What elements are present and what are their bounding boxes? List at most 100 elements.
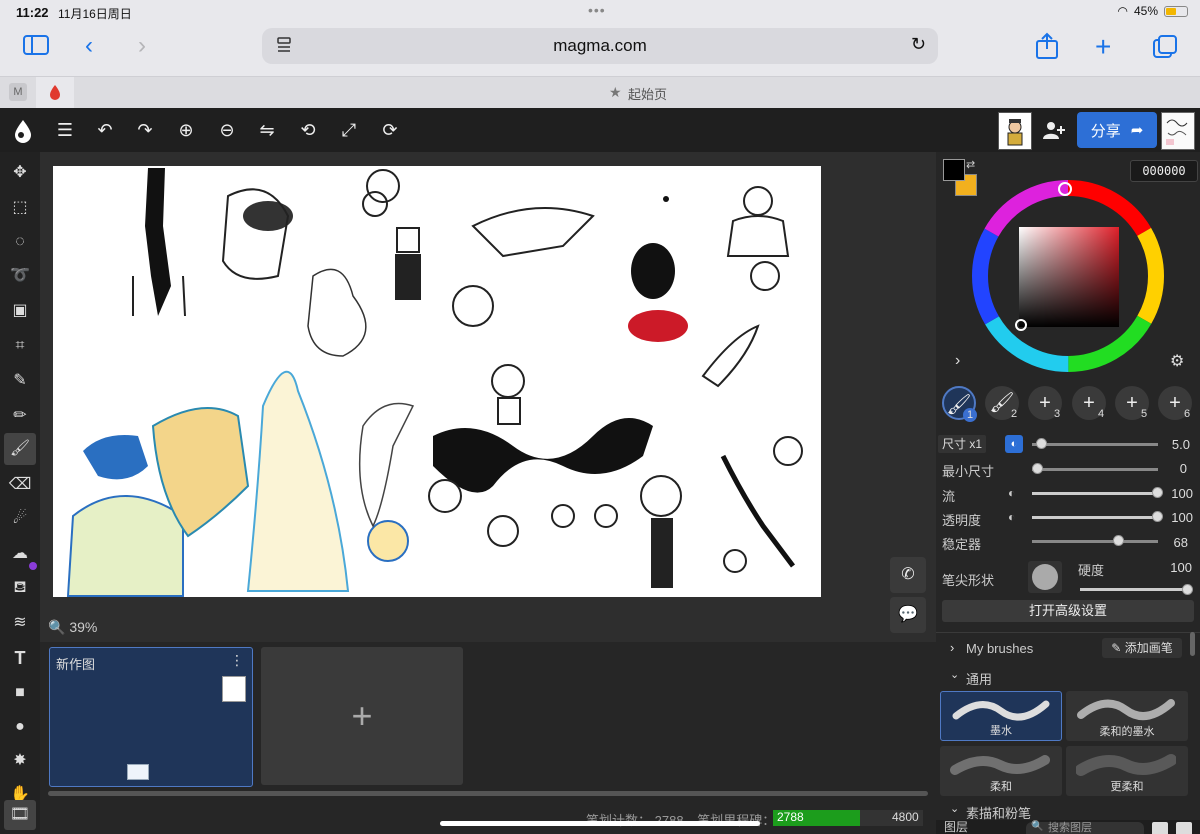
call-icon[interactable]: ✆ (890, 557, 926, 593)
back-icon[interactable]: ‹ (85, 32, 93, 60)
general-chevron-icon[interactable]: ⌄ (950, 668, 959, 681)
move-tool-icon[interactable]: ✥ (8, 161, 32, 185)
opacity-slider[interactable] (1032, 516, 1158, 519)
crop-icon[interactable]: ⌗ (8, 334, 32, 358)
rotate-left-icon[interactable]: ⟲ (297, 119, 319, 141)
add-brush-button[interactable]: ✎ 添加画笔 (1102, 638, 1182, 658)
stabilizer-value: 68 (1173, 535, 1188, 550)
layers-label[interactable]: 图层 (944, 821, 968, 834)
frame-card[interactable]: 新作图 ⋮ (49, 647, 253, 787)
sticker-icon[interactable]: ✸ (8, 749, 32, 773)
layer-add-icon[interactable] (1176, 822, 1192, 834)
flip-horizontal-icon[interactable]: ⇋ (256, 119, 278, 141)
min-size-slider[interactable] (1032, 468, 1158, 471)
expand-chevron-icon[interactable]: › (955, 352, 960, 370)
tab-magma[interactable] (36, 77, 74, 108)
layer-search-input[interactable]: 搜索图层 (1026, 822, 1144, 834)
rect-select-icon[interactable]: ⬚ (8, 196, 32, 220)
brush-icon[interactable]: 🖌 (8, 437, 32, 461)
advanced-settings-button[interactable]: 打开高级设置 (942, 600, 1194, 622)
paint-bucket-icon[interactable]: ⛾ (8, 576, 32, 600)
undo-icon[interactable]: ↶ (94, 119, 116, 141)
size-multiplier-button[interactable]: 尺寸 x1 (938, 435, 986, 453)
hamburger-menu-icon[interactable]: ☰ (54, 119, 76, 141)
tab-favicon-m[interactable]: M (9, 83, 27, 101)
flow-pressure-icon[interactable]: ◐ (1008, 486, 1015, 500)
tip-shape-preview (1032, 564, 1058, 590)
zoom-indicator[interactable]: 🔍 39% (48, 619, 97, 636)
chat-icon[interactable]: 💬 (890, 597, 926, 633)
brush-card-soft[interactable]: 柔和 (940, 746, 1062, 796)
brush-slot-5-number: 5 (1141, 408, 1148, 420)
color-wheel[interactable] (970, 178, 1166, 379)
magma-menu-logo-icon[interactable] (12, 119, 34, 143)
ellipse-shape-icon[interactable]: ● (8, 715, 32, 739)
canvas-thumbnail[interactable] (1161, 112, 1195, 150)
layer-search-icon: 🔍 (1031, 821, 1044, 832)
home-indicator[interactable] (440, 821, 760, 826)
redo-icon[interactable]: ↷ (134, 119, 156, 141)
forward-icon[interactable]: › (138, 32, 146, 60)
sketch-chevron-icon[interactable]: ⌄ (950, 802, 959, 815)
share-button[interactable]: 分享 ➦ (1077, 112, 1157, 148)
right-panel-scrollbar[interactable] (1190, 632, 1195, 656)
primary-color-swatch[interactable] (943, 159, 965, 181)
eraser-icon[interactable]: ⌫ (8, 473, 32, 497)
zoom-out-icon[interactable]: ⊖ (216, 119, 238, 141)
reload-icon[interactable]: ↻ (911, 34, 926, 55)
add-frame-button[interactable]: + (261, 647, 463, 785)
zoom-in-icon[interactable]: ⊕ (175, 119, 197, 141)
rectangle-shape-icon[interactable]: ■ (8, 681, 32, 705)
size-slider[interactable] (1032, 443, 1158, 446)
rotate-right-icon[interactable]: ⟳ (379, 119, 401, 141)
section-general[interactable]: 通用 (966, 669, 992, 688)
hardness-slider[interactable] (1080, 588, 1188, 591)
share-label: 分享 (1090, 122, 1121, 140)
layer-search-placeholder: 搜索图层 (1048, 822, 1092, 834)
stabilizer-slider[interactable] (1032, 540, 1158, 543)
flow-label: 流 (942, 489, 956, 504)
tabs-overview-icon[interactable] (1152, 34, 1178, 65)
settings-gear-icon[interactable]: ⚙ (1170, 351, 1184, 371)
drawing-canvas[interactable] (53, 166, 821, 597)
frame-more-icon[interactable]: ⋮ (230, 652, 244, 669)
address-bar[interactable]: magma.com ↻ (262, 28, 938, 64)
tip-shape-button[interactable] (1028, 561, 1062, 593)
my-brushes-chevron-icon[interactable]: › (950, 640, 954, 655)
frames-scrollbar[interactable] (48, 791, 928, 796)
tab-title[interactable]: 起始页 (628, 84, 667, 103)
blur-icon[interactable]: ☁ (8, 542, 32, 566)
flow-slider[interactable] (1032, 492, 1158, 495)
new-tab-icon[interactable]: + (1095, 31, 1111, 63)
eyedropper-icon[interactable]: ✎ (8, 369, 32, 393)
add-user-icon[interactable] (1042, 120, 1066, 145)
smudge-icon[interactable]: ☄ (8, 507, 32, 531)
pencil-icon[interactable]: ✏ (8, 404, 32, 428)
liquify-icon[interactable]: ≋ (8, 611, 32, 635)
brush-card-softer[interactable]: 更柔和 (1066, 746, 1188, 796)
swap-colors-icon[interactable]: ⇄ (966, 158, 975, 171)
sidebar-toggle-icon[interactable] (22, 34, 50, 63)
share-sheet-icon[interactable] (1034, 32, 1060, 65)
brush-name: 柔和的墨水 (1099, 726, 1155, 738)
my-brushes-label[interactable]: My brushes (966, 641, 1033, 656)
user-avatar[interactable] (998, 112, 1032, 150)
lasso-icon[interactable]: ➰ (8, 264, 32, 288)
transform-icon[interactable]: ▣ (8, 299, 32, 323)
stabilizer-slider-knob[interactable] (1113, 535, 1124, 546)
hardness-slider-knob[interactable] (1182, 584, 1193, 595)
magnifier-icon: 🔍 (48, 619, 66, 635)
fit-screen-icon[interactable]: ⤢ (338, 119, 360, 141)
ellipse-select-icon[interactable]: ◌ (8, 230, 32, 254)
opacity-pressure-icon[interactable]: ◐ (1008, 510, 1015, 524)
filmstrip-icon[interactable]: 🎞 (4, 800, 36, 830)
size-pressure-icon[interactable]: ◐ (1005, 435, 1023, 453)
page-menu-icon[interactable] (276, 36, 292, 59)
brush-card-ink[interactable]: 墨水 (940, 691, 1062, 741)
layer-new-icon[interactable] (1152, 822, 1168, 834)
text-tool-icon[interactable]: T (8, 646, 32, 670)
brush-card-soft-ink[interactable]: 柔和的墨水 (1066, 691, 1188, 741)
multitask-dots-icon[interactable]: ••• (588, 2, 606, 18)
min-size-slider-knob[interactable] (1032, 463, 1043, 474)
size-slider-knob[interactable] (1036, 438, 1047, 449)
